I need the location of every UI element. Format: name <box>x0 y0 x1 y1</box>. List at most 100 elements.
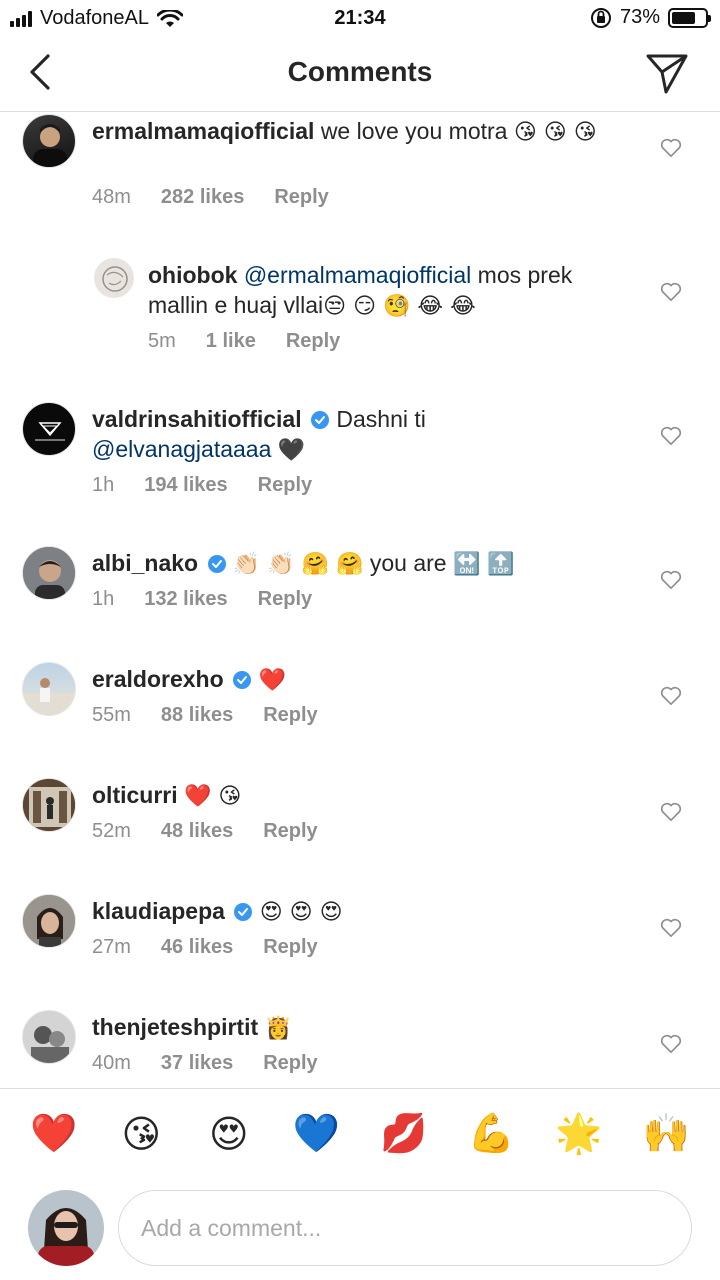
avatar[interactable] <box>22 546 76 600</box>
comment-time: 48m <box>92 186 131 208</box>
comment-text: Dashni ti <box>336 406 426 432</box>
comment-emoji: ❤️ <box>258 668 286 693</box>
avatar[interactable] <box>22 778 76 832</box>
comment-username[interactable]: albi_nako <box>92 550 198 576</box>
comment-emoji: 🖤 <box>277 438 306 463</box>
comment-time: 27m <box>92 936 131 958</box>
comment-time: 1h <box>92 588 115 610</box>
like-heart-icon[interactable] <box>660 1034 682 1054</box>
status-right: 73% <box>590 6 711 29</box>
comment-time: 1h <box>92 474 115 496</box>
comment-likes[interactable]: 282 likes <box>161 186 244 209</box>
comment-username[interactable]: ermalmamaqiofficial <box>92 118 314 144</box>
verified-badge-icon <box>233 671 252 689</box>
comment-body: klaudiapepa 😍 😍 😍 <box>92 896 632 928</box>
comment-emoji-prefix: 👏🏻 👏🏻 🤗 🤗 <box>232 552 364 577</box>
like-heart-icon[interactable] <box>660 282 682 302</box>
comment-username[interactable]: olticurri <box>92 782 178 808</box>
comment-input[interactable] <box>118 1190 692 1266</box>
battery-percent: 73% <box>619 6 660 28</box>
comment-text: we love you motra <box>320 118 508 144</box>
comment-emoji: 🔛 🔝 <box>452 552 515 577</box>
comment-emoji: 😘 😘 😘 <box>513 120 597 145</box>
verified-badge-icon <box>234 903 253 921</box>
comment-time: 55m <box>92 704 131 726</box>
comment-input-bar <box>0 1178 720 1280</box>
comment-likes[interactable]: 46 likes <box>161 936 233 959</box>
orientation-lock-icon <box>590 7 611 28</box>
comment-username[interactable]: eraldorexho <box>92 666 224 692</box>
comment-meta: 55m 88 likes Reply <box>92 704 318 727</box>
reply-button[interactable]: Reply <box>263 820 317 843</box>
emoji-lips[interactable]: 💋 <box>380 1110 428 1158</box>
battery-icon <box>668 7 711 28</box>
verified-badge-icon <box>207 555 226 573</box>
comment-likes[interactable]: 132 likes <box>144 588 227 611</box>
avatar[interactable] <box>22 662 76 716</box>
emoji-flexed-biceps[interactable]: 💪 <box>467 1110 515 1158</box>
battery-fill <box>672 11 696 24</box>
comments-list[interactable]: ermalmamaqiofficial we love you motra 😘 … <box>0 112 720 1088</box>
comment-emoji: 😒 😏 🧐 😂 😂 <box>323 294 476 319</box>
comment-text: you are <box>369 550 447 576</box>
comment-time: 5m <box>148 330 176 352</box>
comment-time: 40m <box>92 1052 131 1074</box>
avatar[interactable] <box>22 894 76 948</box>
like-heart-icon[interactable] <box>660 918 682 938</box>
comment-likes[interactable]: 88 likes <box>161 704 233 727</box>
comment-body: thenjeteshpirtit 👸 <box>92 1012 632 1044</box>
emoji-kiss-face[interactable]: 😘 <box>117 1110 165 1158</box>
comment-meta: 52m 48 likes Reply <box>92 820 318 843</box>
avatar[interactable] <box>22 114 76 168</box>
comments-header: Comments <box>0 36 720 112</box>
like-heart-icon[interactable] <box>660 802 682 822</box>
emoji-quick-bar: ❤️ 😘 😍 💙 💋 💪 🌟 🙌 <box>0 1088 720 1178</box>
comment-emoji: ❤️ 😘 <box>184 784 242 809</box>
avatar[interactable] <box>22 402 76 456</box>
reply-button[interactable]: Reply <box>286 330 340 353</box>
comment-meta: 48m 282 likes Reply <box>92 186 329 209</box>
like-heart-icon[interactable] <box>660 138 682 158</box>
emoji-heart-eyes[interactable]: 😍 <box>205 1110 253 1158</box>
comment-body: valdrinsahitiofficial Dashni ti @elvanag… <box>92 404 632 466</box>
comment-body: albi_nako 👏🏻 👏🏻 🤗 🤗 you are 🔛 🔝 <box>92 548 632 580</box>
like-heart-icon[interactable] <box>660 426 682 446</box>
emoji-raising-hands[interactable]: 🙌 <box>642 1110 690 1158</box>
comment-meta: 40m 37 likes Reply <box>92 1052 318 1075</box>
comment-mention[interactable]: @elvanagjataaaa <box>92 436 271 462</box>
comment-username[interactable]: valdrinsahitiofficial <box>92 406 302 432</box>
reply-button[interactable]: Reply <box>258 474 312 497</box>
comment-meta: 1h 132 likes Reply <box>92 588 312 611</box>
comment-username[interactable]: ohiobok <box>148 262 237 288</box>
current-user-avatar[interactable] <box>28 1190 104 1266</box>
comment-mention[interactable]: @ermalmamaqiofficial <box>244 262 471 288</box>
direct-send-icon[interactable] <box>644 50 690 96</box>
comment-meta: 27m 46 likes Reply <box>92 936 318 959</box>
avatar[interactable] <box>22 1010 76 1064</box>
reply-button[interactable]: Reply <box>263 704 317 727</box>
like-heart-icon[interactable] <box>660 570 682 590</box>
comment-likes[interactable]: 194 likes <box>144 474 227 497</box>
verified-badge-icon <box>311 411 329 429</box>
comment-body: eraldorexho ❤️ <box>92 664 632 696</box>
comment-likes[interactable]: 37 likes <box>161 1052 233 1075</box>
comment-emoji: 😍 😍 😍 <box>259 900 343 925</box>
reply-button[interactable]: Reply <box>274 186 328 209</box>
comment-body: ohiobok @ermalmamaqiofficial mos prek ma… <box>148 260 628 322</box>
comment-likes[interactable]: 1 like <box>206 330 256 353</box>
comment-body: ermalmamaqiofficial we love you motra 😘 … <box>92 116 632 148</box>
comment-username[interactable]: thenjeteshpirtit <box>92 1014 258 1040</box>
status-bar: VodafoneAL 21:34 73% <box>0 0 720 36</box>
reply-button[interactable]: Reply <box>263 936 317 959</box>
comment-emoji: 👸 <box>264 1016 292 1041</box>
emoji-glowing-star[interactable]: 🌟 <box>555 1110 603 1158</box>
comment-body: olticurri ❤️ 😘 <box>92 780 632 812</box>
comment-username[interactable]: klaudiapepa <box>92 898 225 924</box>
reply-button[interactable]: Reply <box>258 588 312 611</box>
like-heart-icon[interactable] <box>660 686 682 706</box>
emoji-blue-heart[interactable]: 💙 <box>292 1110 340 1158</box>
comment-likes[interactable]: 48 likes <box>161 820 233 843</box>
avatar[interactable] <box>94 258 134 298</box>
reply-button[interactable]: Reply <box>263 1052 317 1075</box>
emoji-red-heart[interactable]: ❤️ <box>30 1110 78 1158</box>
